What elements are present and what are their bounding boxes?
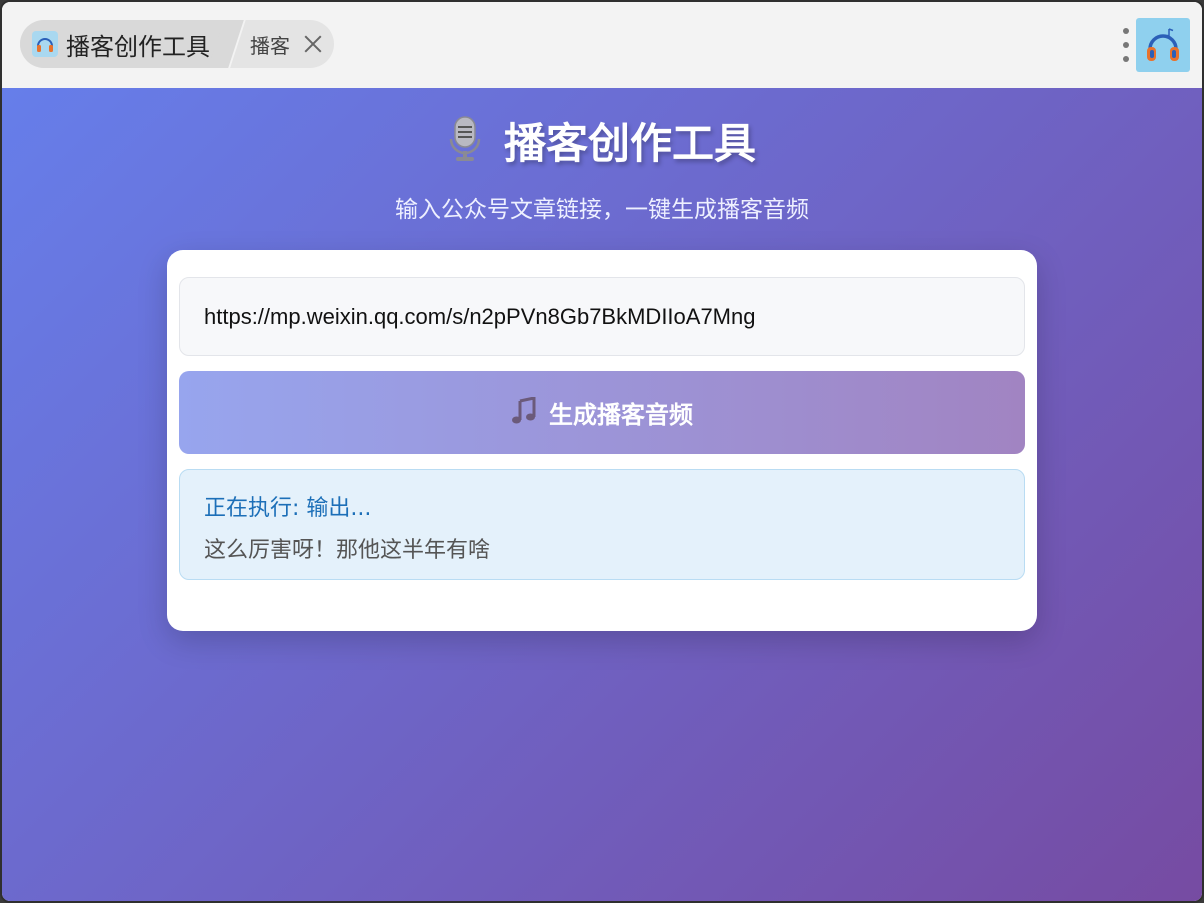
tab-group: 播客创作工具 播客 [20, 20, 334, 68]
generate-button-label: 生成播客音频 [549, 402, 693, 429]
headphones-icon [1147, 28, 1179, 61]
page-header: 播客创作工具 [2, 110, 1202, 171]
app-window: 播客创作工具 播客 播客创作工具 输入公众号文章链接，一键生成播客音频 http… [0, 0, 1204, 903]
tab-title: 播客创作工具 [66, 32, 210, 61]
main-card: 生成播客音频 正在执行: 输出... 这么厉害呀！那他这半年有啥 [167, 250, 1037, 631]
tab-sub-label: 播客 [250, 33, 290, 58]
generate-podcast-button[interactable]: 生成播客音频 [179, 371, 1025, 454]
main-content: 播客创作工具 输入公众号文章链接，一键生成播客音频 生成播客音频 正在执行: 输… [2, 88, 1202, 901]
headphones-icon [32, 31, 58, 57]
music-note-icon [511, 396, 537, 428]
article-url-input[interactable] [179, 277, 1025, 356]
app-avatar[interactable] [1136, 18, 1190, 72]
status-executing: 正在执行: 输出... [204, 496, 372, 521]
page-title: 播客创作工具 [503, 119, 756, 168]
status-output-text: 这么厉害呀！那他这半年有啥 [204, 538, 491, 563]
tab-podcast[interactable]: 播客 [228, 20, 334, 68]
status-panel: 正在执行: 输出... 这么厉害呀！那他这半年有啥 [179, 469, 1025, 580]
title-bar: 播客创作工具 播客 [2, 2, 1202, 88]
tab-podcast-tool[interactable]: 播客创作工具 [20, 20, 228, 68]
kebab-menu-icon[interactable] [1120, 28, 1132, 62]
page-subtitle: 输入公众号文章链接，一键生成播客音频 [395, 197, 809, 223]
microphone-icon [448, 115, 482, 167]
close-icon[interactable] [302, 33, 324, 55]
